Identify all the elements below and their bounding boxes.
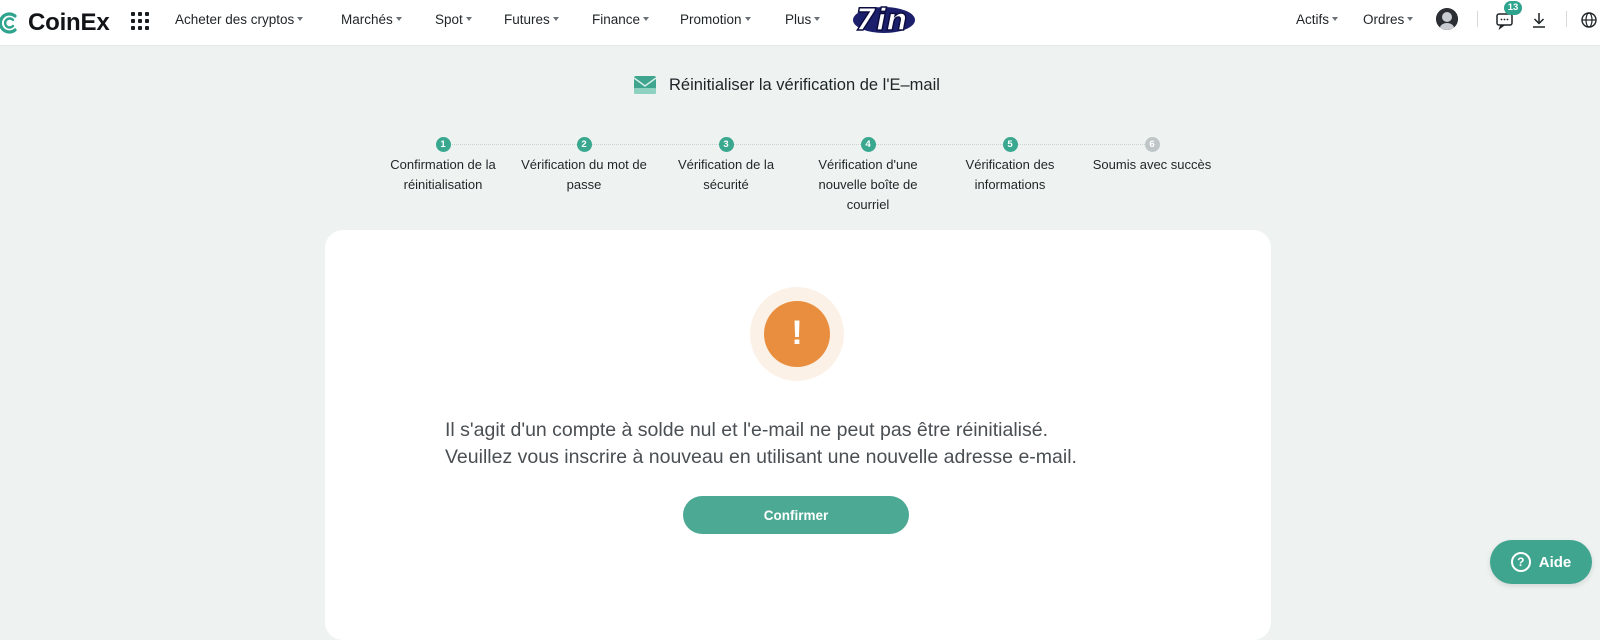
nav-orders[interactable]: Ordres <box>1363 12 1414 27</box>
mail-icon <box>633 76 657 94</box>
chevron-down-icon <box>1407 17 1414 22</box>
nav-finance[interactable]: Finance <box>592 12 650 27</box>
error-message-line-1: Il s'agit d'un compte à solde nul et l'e… <box>445 419 1048 441</box>
nav-buy-crypto-label: Acheter des cryptos <box>175 12 295 27</box>
help-question-icon: ? <box>1510 552 1531 572</box>
nav-more[interactable]: Plus <box>785 12 821 27</box>
nav-more-label: Plus <box>785 12 812 27</box>
step-number: 6 <box>1144 137 1160 152</box>
brand-name: CoinEx <box>28 9 110 36</box>
nav-buy-crypto[interactable]: Acheter des cryptos <box>175 12 304 27</box>
help-button[interactable]: ? Aide <box>1490 540 1592 584</box>
divider <box>1566 11 1567 27</box>
top-navigation-bar: CoinEx Acheter des cryptos Marchés Spot … <box>0 0 1600 46</box>
nav-markets[interactable]: Marchés <box>341 12 402 27</box>
step-number: 1 <box>435 137 451 152</box>
notification-count-badge: 13 <box>1504 1 1522 15</box>
apps-grid-icon[interactable] <box>131 12 149 30</box>
chevron-down-icon <box>552 17 559 22</box>
step-label: Vérification de la sécurité <box>677 157 775 192</box>
step-3: 3 Vérification de la sécurité <box>656 137 796 195</box>
chevron-down-icon <box>814 17 821 22</box>
step-6: 6 Soumis avec succès <box>1082 137 1222 175</box>
chevron-down-icon <box>643 17 650 22</box>
step-label: Vérification d'une nouvelle boîte de cou… <box>818 157 918 212</box>
step-number: 3 <box>718 137 734 152</box>
page-title-text: Réinitialiser la vérification de l'E–mai… <box>669 75 940 94</box>
nav-promotion-label: Promotion <box>680 12 742 27</box>
nav-spot-label: Spot <box>435 12 463 27</box>
warning-icon-halo: ! <box>750 287 844 381</box>
step-5: 5 Vérification des informations <box>940 137 1080 195</box>
step-number: 2 <box>576 137 592 152</box>
step-number: 5 <box>1002 137 1018 152</box>
nav-spot[interactable]: Spot <box>435 12 472 27</box>
step-1: 1 Confirmation de la réinitialisation <box>373 137 513 195</box>
coinex-logo[interactable]: CoinEx <box>0 6 110 40</box>
step-label: Confirmation de la réinitialisation <box>390 157 496 192</box>
result-card: ! Il s'agit d'un compte à solde nul et l… <box>325 230 1271 640</box>
page-title: Réinitialiser la vérification de l'E–mai… <box>633 72 940 98</box>
warning-icon: ! <box>764 301 830 367</box>
step-4: 4 Vérification d'une nouvelle boîte de c… <box>798 137 938 215</box>
error-message-line-2: Veuillez vous inscrire à nouveau en util… <box>445 446 1077 468</box>
nav-assets[interactable]: Actifs <box>1296 12 1339 27</box>
chevron-down-icon <box>1332 17 1339 22</box>
step-label: Soumis avec succès <box>1092 157 1212 172</box>
nav-futures[interactable]: Futures <box>504 12 559 27</box>
help-label: Aide <box>1538 553 1572 571</box>
nav-markets-label: Marchés <box>341 12 393 27</box>
step-2: 2 Vérification du mot de passe <box>514 137 654 195</box>
nav-assets-label: Actifs <box>1296 12 1330 27</box>
chevron-down-icon <box>465 17 472 22</box>
promo-badge-text: 7in <box>855 3 908 36</box>
user-avatar-icon <box>1436 8 1458 30</box>
coinex-logo-icon <box>0 12 17 34</box>
step-label: Vérification des informations <box>965 157 1055 192</box>
nav-finance-label: Finance <box>592 12 641 27</box>
step-label: Vérification du mot de passe <box>521 157 647 192</box>
error-message: Il s'agit d'un compte à solde nul et l'e… <box>445 417 1077 471</box>
chevron-down-icon <box>395 17 402 22</box>
promo-badge-7in[interactable]: 7in <box>851 0 917 36</box>
nav-orders-label: Ordres <box>1363 12 1405 27</box>
nav-futures-label: Futures <box>504 12 550 27</box>
confirm-button[interactable]: Confirmer <box>683 496 909 534</box>
chevron-down-icon <box>297 17 304 22</box>
divider <box>1477 11 1478 27</box>
nav-promotion[interactable]: Promotion <box>680 12 751 27</box>
avatar[interactable] <box>1436 8 1458 30</box>
chevron-down-icon <box>744 17 751 22</box>
globe-icon[interactable] <box>1578 9 1600 31</box>
step-number: 4 <box>860 137 876 152</box>
download-icon[interactable] <box>1528 9 1550 31</box>
